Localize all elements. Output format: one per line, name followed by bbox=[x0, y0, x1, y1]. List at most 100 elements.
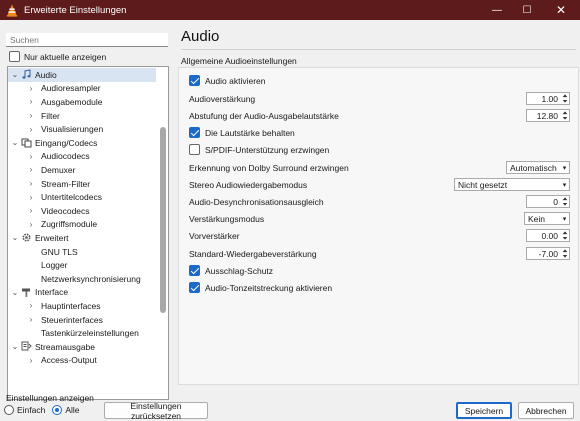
tree-item[interactable]: › Audiocodecs bbox=[8, 150, 156, 164]
setting-checkbox-row[interactable]: S/PDIF-Unterstützung erzwingen bbox=[189, 144, 329, 155]
tree-item[interactable]: › Demuxer bbox=[8, 163, 156, 177]
number-spinbox[interactable]: 0 bbox=[526, 195, 570, 208]
spin-arrows-icon[interactable] bbox=[561, 93, 569, 104]
cancel-button[interactable]: Abbrechen bbox=[518, 402, 574, 419]
tree-item-label: Visualisierungen bbox=[41, 124, 104, 135]
tree-item-label: Hauptinterfaces bbox=[41, 300, 101, 311]
setting-checkbox-row[interactable]: Audio aktivieren bbox=[189, 75, 265, 86]
maximize-button[interactable]: ☐ bbox=[512, 0, 542, 20]
only-current-toggle[interactable]: Nur aktuelle anzeigen bbox=[9, 51, 106, 62]
number-spinbox[interactable]: 1.00 bbox=[526, 92, 570, 105]
setting-label: Erkennung von Dolby Surround erzwingen bbox=[189, 163, 349, 173]
spinbox-value[interactable]: 12.80 bbox=[527, 111, 561, 121]
collapse-chevron-icon[interactable]: ⌄ bbox=[10, 342, 20, 351]
dropdown-value[interactable]: Nicht gesetzt bbox=[458, 180, 560, 190]
expand-chevron-icon[interactable]: › bbox=[26, 84, 36, 93]
setting-checkbox[interactable] bbox=[189, 265, 200, 276]
tree-item[interactable]: Logger bbox=[8, 258, 156, 272]
dropdown-arrow-icon[interactable]: ▾ bbox=[560, 181, 569, 189]
expand-chevron-icon[interactable]: › bbox=[26, 220, 36, 229]
only-current-checkbox[interactable] bbox=[9, 51, 20, 62]
close-button[interactable]: ✕ bbox=[542, 0, 580, 20]
setting-checkbox-row[interactable]: Ausschlag-Schutz bbox=[189, 265, 273, 276]
expand-chevron-icon[interactable]: › bbox=[26, 206, 36, 215]
save-button[interactable]: Speichern bbox=[456, 402, 512, 419]
setting-label: Standard-Wiedergabeverstärkung bbox=[189, 249, 317, 259]
expand-chevron-icon[interactable]: › bbox=[26, 97, 36, 106]
tree-item[interactable]: › Access-Output bbox=[8, 354, 156, 368]
simple-radio[interactable] bbox=[4, 405, 14, 415]
tree-item[interactable]: › Zugriffsmodule bbox=[8, 218, 156, 232]
tree-item[interactable]: ⌄ Interface bbox=[8, 286, 156, 300]
setting-checkbox-row[interactable]: Audio-Tonzeitstreckung aktivieren bbox=[189, 282, 332, 293]
setting-checkbox-row[interactable]: Die Lautstärke behalten bbox=[189, 127, 295, 138]
spin-arrows-icon[interactable] bbox=[561, 248, 569, 259]
music-note-icon bbox=[20, 69, 32, 81]
setting-dropdown[interactable]: Kein ▾ bbox=[524, 212, 570, 225]
collapse-chevron-icon[interactable]: ⌄ bbox=[10, 70, 20, 79]
tree-item[interactable]: ⌄ Streamausgabe bbox=[8, 340, 156, 354]
expand-chevron-icon[interactable]: › bbox=[26, 301, 36, 310]
section-subtitle: Allgemeine Audioeinstellungen bbox=[181, 56, 297, 66]
tree-item[interactable]: › Untertitelcodecs bbox=[8, 190, 156, 204]
collapse-chevron-icon[interactable]: ⌄ bbox=[10, 288, 20, 297]
expand-chevron-icon[interactable]: › bbox=[26, 152, 36, 161]
dropdown-arrow-icon[interactable]: ▾ bbox=[560, 215, 569, 223]
tree-item[interactable]: › Stream-Filter bbox=[8, 177, 156, 191]
expand-chevron-icon[interactable]: › bbox=[26, 111, 36, 120]
expand-chevron-icon[interactable]: › bbox=[26, 125, 36, 134]
minimize-button[interactable]: — bbox=[482, 0, 512, 20]
spin-arrows-icon[interactable] bbox=[561, 230, 569, 241]
tree-item[interactable]: › Visualisierungen bbox=[8, 122, 156, 136]
setting-checkbox[interactable] bbox=[189, 127, 200, 138]
setting-checkbox[interactable] bbox=[189, 75, 200, 86]
tree-item[interactable]: › Steuerinterfaces bbox=[8, 313, 156, 327]
dropdown-arrow-icon[interactable]: ▾ bbox=[560, 164, 569, 172]
number-spinbox[interactable]: 12.80 bbox=[526, 109, 570, 122]
tree-item[interactable]: Netzwerksynchronisierung bbox=[8, 272, 156, 286]
collapse-chevron-icon[interactable]: ⌄ bbox=[10, 233, 20, 242]
tree-scroll-thumb[interactable] bbox=[160, 127, 166, 313]
tree-item[interactable]: GNU TLS bbox=[8, 245, 156, 259]
expand-chevron-icon[interactable]: › bbox=[26, 356, 36, 365]
tree-item-label: Steuerinterfaces bbox=[41, 314, 103, 325]
spinbox-value[interactable]: 0.00 bbox=[527, 231, 561, 241]
search-input[interactable] bbox=[6, 33, 168, 47]
setting-dropdown[interactable]: Nicht gesetzt ▾ bbox=[454, 178, 570, 191]
tree-item[interactable]: ⌄ Erweitert bbox=[8, 231, 156, 245]
all-radio[interactable] bbox=[52, 405, 63, 415]
dropdown-value[interactable]: Kein bbox=[528, 214, 560, 224]
number-spinbox[interactable]: -7.00 bbox=[526, 247, 570, 260]
setting-label: Audio-Tonzeitstreckung aktivieren bbox=[205, 282, 333, 293]
spinbox-value[interactable]: 0 bbox=[527, 197, 561, 207]
dropdown-value[interactable]: Automatisch bbox=[510, 163, 560, 173]
spin-arrows-icon[interactable] bbox=[561, 196, 569, 207]
tree-item[interactable]: › Ausgabemodule bbox=[8, 95, 156, 109]
tree-item[interactable]: › Videocodecs bbox=[8, 204, 156, 218]
setting-checkbox[interactable] bbox=[189, 144, 200, 155]
spinbox-value[interactable]: -7.00 bbox=[527, 249, 561, 259]
expand-chevron-icon[interactable]: › bbox=[26, 179, 36, 188]
collapse-chevron-icon[interactable]: ⌄ bbox=[10, 138, 20, 147]
expand-chevron-icon[interactable]: › bbox=[26, 193, 36, 202]
setting-dropdown[interactable]: Automatisch ▾ bbox=[506, 161, 570, 174]
all-radio-label[interactable]: Alle bbox=[65, 405, 79, 415]
spinbox-value[interactable]: 1.00 bbox=[527, 94, 561, 104]
tree-item[interactable]: › Hauptinterfaces bbox=[8, 299, 156, 313]
reset-settings-button[interactable]: Einstellungen zurücksetzen bbox=[104, 401, 208, 421]
tree-scrollbar[interactable] bbox=[158, 67, 168, 399]
expand-chevron-icon[interactable]: › bbox=[26, 315, 36, 324]
setting-label: Verstärkungsmodus bbox=[189, 214, 265, 224]
tree-item-label: Stream-Filter bbox=[41, 178, 91, 189]
expand-chevron-icon[interactable]: › bbox=[26, 165, 36, 174]
settings-tree[interactable]: ⌄ Audio › Audioresampler › Ausgabemodule › Filt… bbox=[7, 66, 169, 400]
number-spinbox[interactable]: 0.00 bbox=[526, 229, 570, 242]
tree-item[interactable]: ⌄ Audio bbox=[8, 68, 156, 82]
setting-checkbox[interactable] bbox=[189, 282, 200, 293]
tree-item[interactable]: Tastenkürzeleinstellungen bbox=[8, 326, 156, 340]
tree-item[interactable]: › Audioresampler bbox=[8, 82, 156, 96]
tree-item[interactable]: › Filter bbox=[8, 109, 156, 123]
spin-arrows-icon[interactable] bbox=[561, 110, 569, 121]
tree-item[interactable]: ⌄ Eingang/Codecs bbox=[8, 136, 156, 150]
simple-radio-label[interactable]: Einfach bbox=[17, 405, 45, 415]
